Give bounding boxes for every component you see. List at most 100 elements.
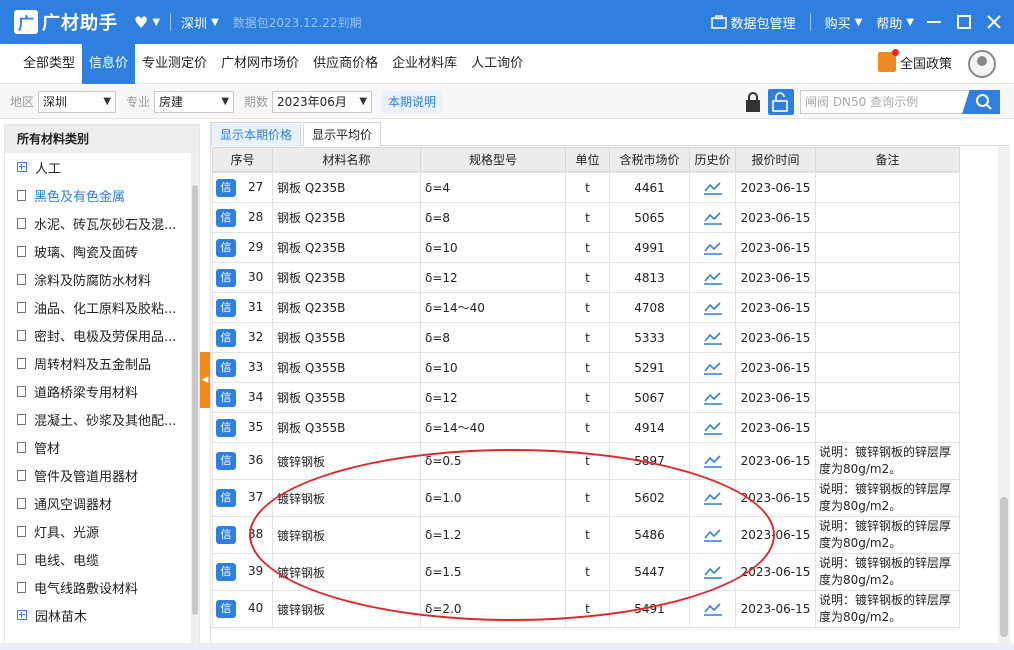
sidebar-item[interactable]: 涂料及防腐防水材料 bbox=[5, 265, 199, 293]
info-badge[interactable]: 信 bbox=[216, 328, 236, 347]
expand-plus-icon[interactable] bbox=[17, 162, 27, 172]
sidebar-item[interactable]: 电线、电缆 bbox=[5, 545, 199, 573]
close-button[interactable] bbox=[984, 12, 1004, 32]
sidebar-item[interactable]: 人工 bbox=[5, 153, 199, 181]
tab-enterprise-library[interactable]: 企业材料库 bbox=[385, 44, 464, 84]
column-header[interactable]: 序号 bbox=[212, 147, 273, 172]
trend-chart-icon[interactable] bbox=[703, 453, 723, 469]
table-row[interactable]: 信 38 镀锌钢板 δ=1.2 t 5486 2023-06-15 说明：镀锌钢板的锌层厚度为… bbox=[212, 516, 1000, 554]
sidebar-item[interactable]: 管材 bbox=[5, 433, 199, 461]
info-badge[interactable]: 信 bbox=[216, 600, 236, 618]
sidebar-item[interactable]: 周转材料及五金制品 bbox=[5, 349, 199, 377]
trend-chart-icon[interactable] bbox=[703, 601, 723, 617]
tab-manual-inquiry[interactable]: 人工询价 bbox=[464, 44, 530, 84]
sidebar-item[interactable]: 混凝土、砂浆及其他配... bbox=[5, 405, 199, 433]
trend-chart-icon[interactable] bbox=[703, 300, 723, 316]
sidebar-item[interactable]: 电气线路敷设材料 bbox=[5, 573, 199, 601]
city-selector[interactable]: 深圳 bbox=[181, 13, 207, 32]
sidebar-item[interactable]: 通风空调器材 bbox=[5, 489, 199, 517]
favorite-heart-icon[interactable]: ♥ bbox=[134, 13, 148, 32]
trend-chart-icon[interactable] bbox=[703, 490, 723, 506]
history-price-cell[interactable] bbox=[689, 412, 736, 443]
sidebar-item[interactable]: 密封、电极及劳保用品... bbox=[5, 321, 199, 349]
history-price-cell[interactable] bbox=[689, 262, 736, 293]
history-price-cell[interactable] bbox=[689, 590, 736, 628]
info-badge[interactable]: 信 bbox=[216, 526, 236, 544]
table-row[interactable]: 信 28 钢板 Q235B δ=8 t 5065 2023-06-15 bbox=[212, 202, 1000, 233]
region-select[interactable]: 深圳 ▼ bbox=[38, 90, 117, 113]
trend-chart-icon[interactable] bbox=[703, 210, 723, 226]
trend-chart-icon[interactable] bbox=[703, 360, 723, 376]
buy-menu[interactable]: 购买 ▼ bbox=[825, 13, 863, 32]
info-badge[interactable]: 信 bbox=[216, 268, 236, 287]
package-manage-button[interactable]: 数据包管理 bbox=[710, 13, 796, 32]
sidebar-item[interactable]: 黑色及有色金属 bbox=[5, 181, 199, 209]
sidebar-scroll-thumb[interactable] bbox=[192, 185, 198, 615]
info-badge[interactable]: 信 bbox=[216, 208, 236, 227]
history-price-cell[interactable] bbox=[689, 516, 736, 554]
table-row[interactable]: 信 40 镀锌钢板 δ=2.0 t 5491 2023-06-15 说明：镀锌钢板的锌层厚度为… bbox=[212, 590, 1000, 628]
tab-supplier-price[interactable]: 供应商价格 bbox=[306, 44, 385, 84]
history-price-cell[interactable] bbox=[689, 292, 736, 323]
help-menu[interactable]: 帮助 ▼ bbox=[876, 13, 914, 32]
history-price-cell[interactable] bbox=[689, 232, 736, 263]
table-row[interactable]: 信 34 钢板 Q355B δ=12 t 5067 2023-06-15 bbox=[212, 382, 1000, 413]
national-policy-button[interactable]: 全国政策 bbox=[877, 49, 952, 72]
sidebar-collapse-button[interactable]: ◀ bbox=[200, 352, 210, 408]
search-button[interactable] bbox=[962, 90, 1000, 114]
period-explain-button[interactable]: 本期说明 bbox=[382, 90, 443, 113]
table-row[interactable]: 信 29 钢板 Q235B δ=10 t 4991 2023-06-15 bbox=[212, 232, 1000, 263]
user-avatar[interactable] bbox=[968, 50, 996, 78]
tab-all-types[interactable]: 全部类型 bbox=[16, 44, 82, 84]
history-price-cell[interactable] bbox=[689, 442, 736, 480]
history-price-cell[interactable] bbox=[689, 553, 736, 591]
unlock-icon[interactable] bbox=[768, 89, 794, 115]
column-header[interactable]: 备注 bbox=[815, 147, 960, 172]
column-header[interactable]: 报价时间 bbox=[735, 147, 816, 172]
expand-plus-icon[interactable] bbox=[17, 610, 27, 620]
favorite-dropdown-icon[interactable]: ▼ bbox=[152, 17, 160, 28]
column-header[interactable]: 规格型号 bbox=[420, 147, 566, 172]
sidebar-scrollbar[interactable] bbox=[191, 153, 199, 643]
column-header[interactable]: 材料名称 bbox=[272, 147, 421, 172]
history-price-cell[interactable] bbox=[689, 479, 736, 517]
info-badge[interactable]: 信 bbox=[216, 418, 236, 437]
info-badge[interactable]: 信 bbox=[216, 489, 236, 507]
table-row[interactable]: 信 30 钢板 Q235B δ=12 t 4813 2023-06-15 bbox=[212, 262, 1000, 293]
tab-current-price[interactable]: 显示本期价格 bbox=[211, 122, 302, 146]
trend-chart-icon[interactable] bbox=[703, 420, 723, 436]
lock-icon[interactable] bbox=[744, 91, 762, 113]
info-badge[interactable]: 信 bbox=[216, 452, 236, 470]
table-scroll-thumb[interactable] bbox=[1000, 497, 1008, 637]
search-input[interactable] bbox=[801, 91, 961, 113]
column-header[interactable]: 单位 bbox=[565, 147, 610, 172]
sidebar-item[interactable]: 道路桥梁专用材料 bbox=[5, 377, 199, 405]
trend-chart-icon[interactable] bbox=[703, 240, 723, 256]
table-row[interactable]: 信 27 钢板 Q235B δ=4 t 4461 2023-06-15 bbox=[212, 172, 1000, 203]
period-select[interactable]: 2023年06月 ▼ bbox=[272, 90, 373, 113]
major-select[interactable]: 房建 ▼ bbox=[154, 90, 235, 113]
trend-chart-icon[interactable] bbox=[703, 330, 723, 346]
minimize-button[interactable] bbox=[924, 12, 944, 32]
sidebar-item[interactable]: 管件及管道用器材 bbox=[5, 461, 199, 489]
trend-chart-icon[interactable] bbox=[703, 180, 723, 196]
table-row[interactable]: 信 37 镀锌钢板 δ=1.0 t 5602 2023-06-15 说明：镀锌钢板的锌层厚度为… bbox=[212, 479, 1000, 517]
table-row[interactable]: 信 33 钢板 Q355B δ=10 t 5291 2023-06-15 bbox=[212, 352, 1000, 383]
info-badge[interactable]: 信 bbox=[216, 358, 236, 377]
city-dropdown-icon[interactable]: ▼ bbox=[211, 17, 219, 28]
maximize-button[interactable] bbox=[954, 12, 974, 32]
info-badge[interactable]: 信 bbox=[216, 238, 236, 257]
trend-chart-icon[interactable] bbox=[703, 527, 723, 543]
tab-professional-price[interactable]: 专业测定价 bbox=[135, 44, 214, 84]
table-row[interactable]: 信 32 钢板 Q355B δ=8 t 5333 2023-06-15 bbox=[212, 322, 1000, 353]
history-price-cell[interactable] bbox=[689, 202, 736, 233]
info-badge[interactable]: 信 bbox=[216, 178, 236, 197]
history-price-cell[interactable] bbox=[689, 382, 736, 413]
history-price-cell[interactable] bbox=[689, 352, 736, 383]
trend-chart-icon[interactable] bbox=[703, 564, 723, 580]
sidebar-item[interactable]: 玻璃、陶瓷及面砖 bbox=[5, 237, 199, 265]
column-header[interactable]: 历史价 bbox=[689, 147, 736, 172]
sidebar-item[interactable]: 园林苗木 bbox=[5, 601, 199, 629]
history-price-cell[interactable] bbox=[689, 322, 736, 353]
table-row[interactable]: 信 39 镀锌钢板 δ=1.5 t 5447 2023-06-15 说明：镀锌钢板的锌层厚度为… bbox=[212, 553, 1000, 591]
